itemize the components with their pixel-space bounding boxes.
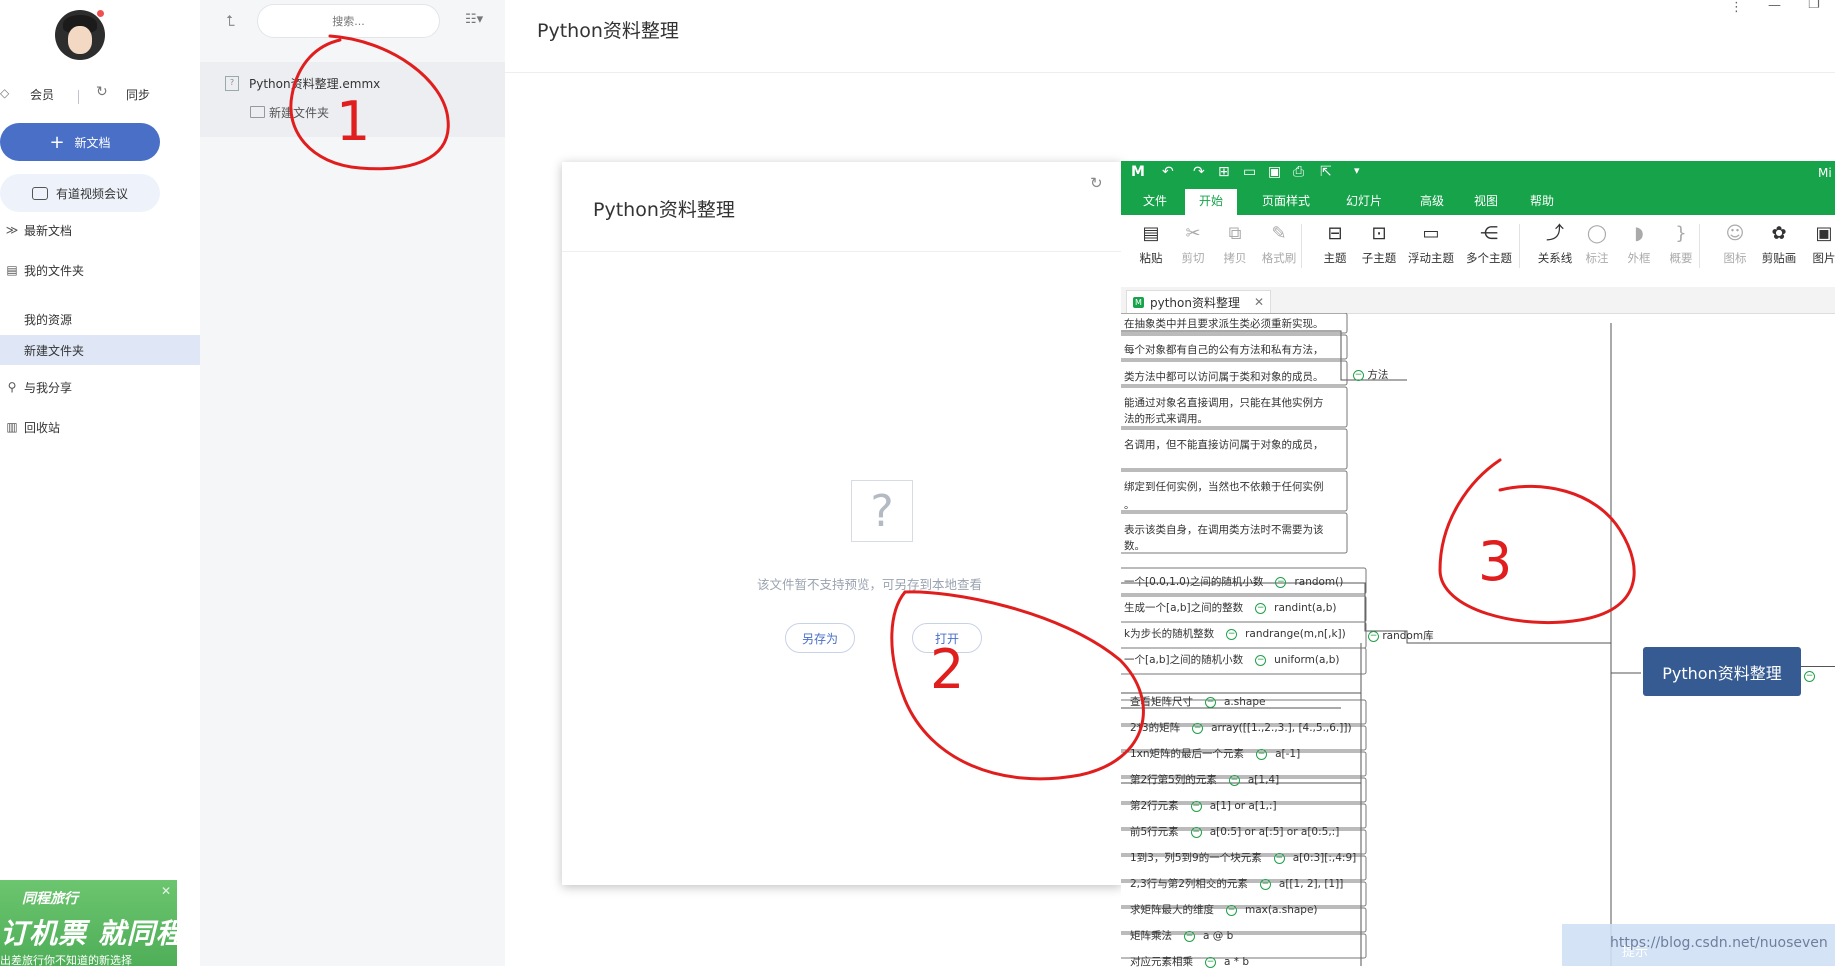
annotation-mark-2: 2 [930,638,964,701]
annotation-mark-3: 3 [1478,530,1512,593]
annotation-mark-1: 1 [336,90,370,153]
annotation-circle-3 [1438,458,1636,624]
annotation-layer: 1 2 3 [289,34,1636,781]
